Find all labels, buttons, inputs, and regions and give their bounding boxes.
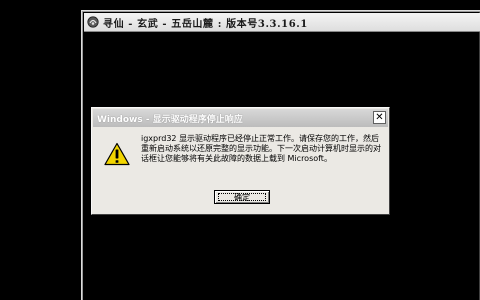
game-titlebar[interactable]: 寻仙 - 玄武 - 五岳山麓 : 版本号3.3.16.1 <box>84 13 480 32</box>
close-button[interactable]: ✕ <box>373 111 386 124</box>
close-icon: ✕ <box>375 111 384 123</box>
error-dialog: Windows - 显示驱动程序停止响应 ✕ igxprd32 显示驱动程序已经… <box>91 107 390 215</box>
ok-button-label: 确定 <box>234 192 250 202</box>
ok-button[interactable]: 确定 <box>214 190 270 204</box>
dialog-title: Windows - 显示驱动程序停止响应 <box>97 114 243 125</box>
warning-icon <box>104 142 130 166</box>
game-window-title: 寻仙 - 玄武 - 五岳山麓 : 版本号3.3.16.1 <box>103 18 308 30</box>
dialog-message: igxprd32 显示驱动程序已经停止正常工作。请保存您的工作，然后重新启动系统… <box>141 134 381 163</box>
game-app-icon <box>87 16 99 28</box>
dialog-titlebar[interactable]: Windows - 显示驱动程序停止响应 ✕ <box>93 109 388 127</box>
